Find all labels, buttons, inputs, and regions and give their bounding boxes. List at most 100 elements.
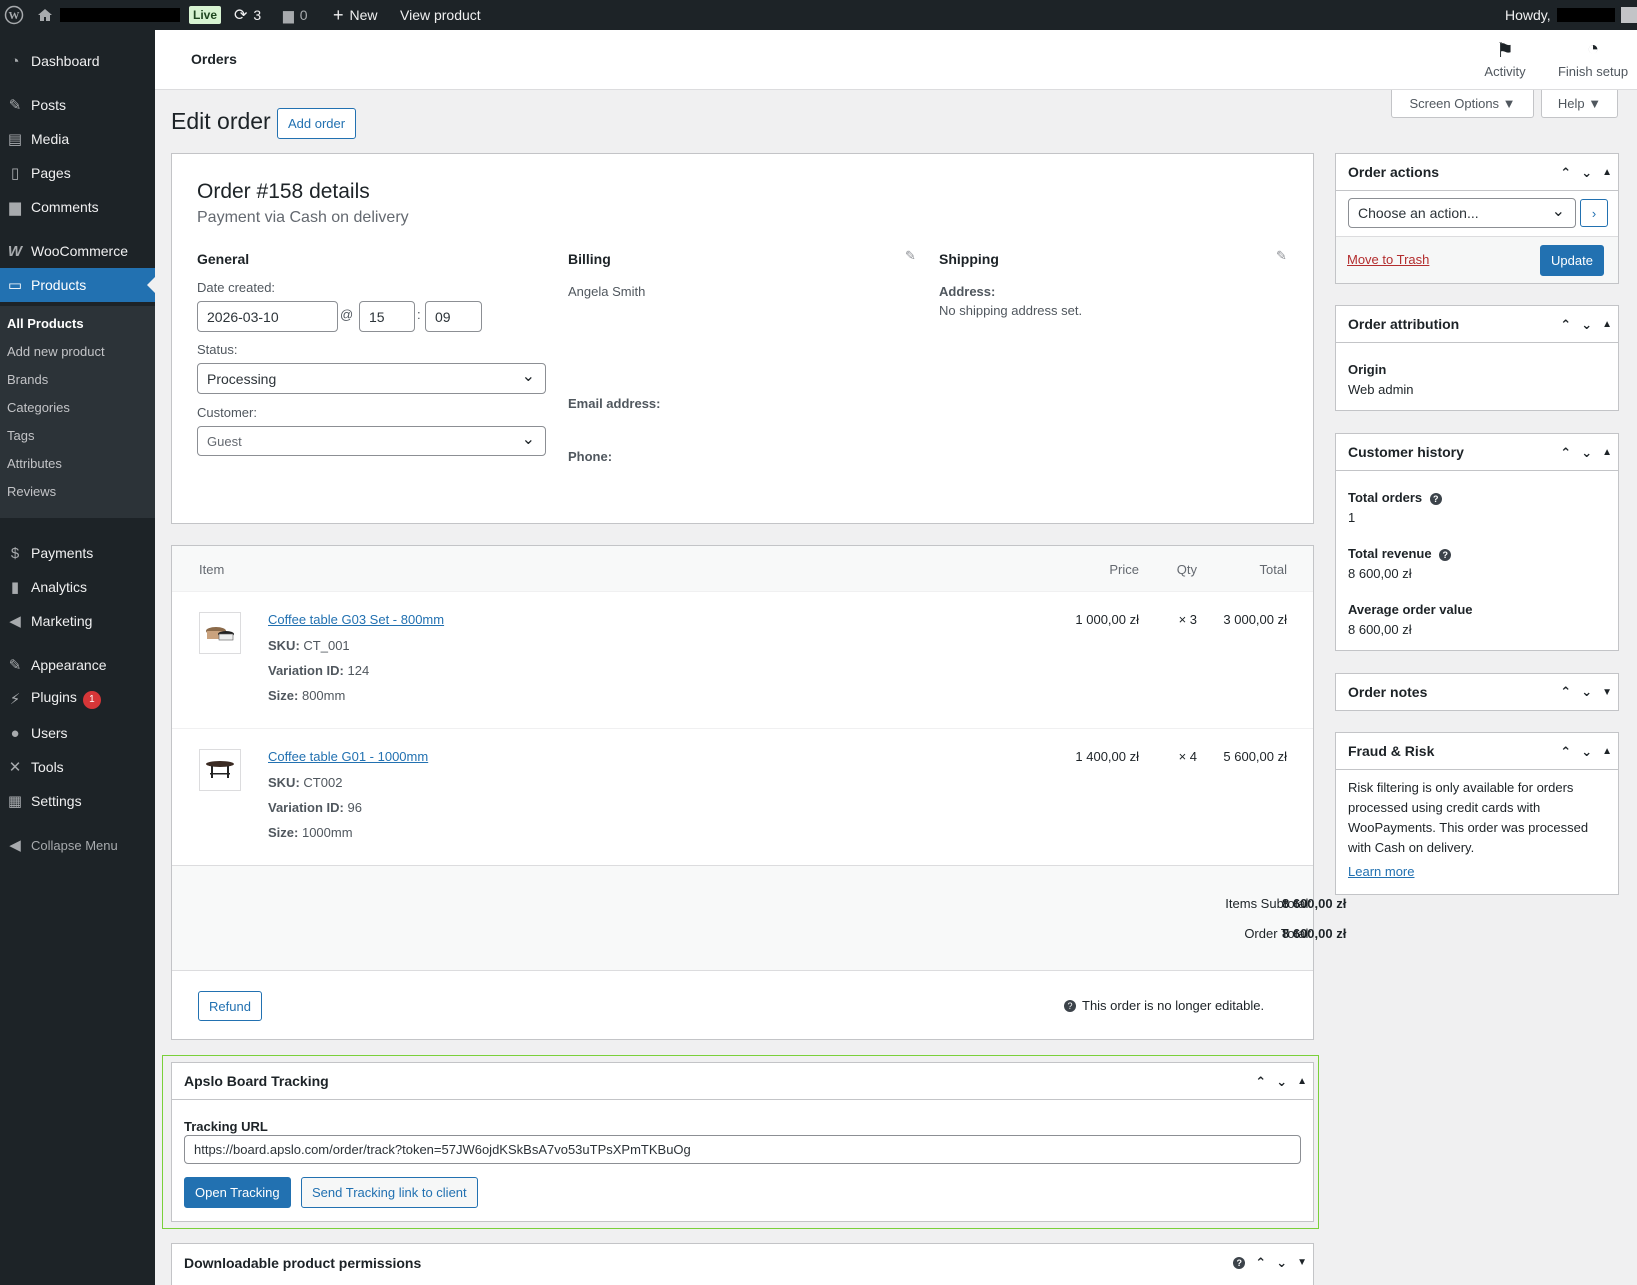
sidebar-item-settings[interactable]: ▦ Settings [0, 784, 155, 818]
colon-separator: : [417, 307, 421, 322]
move-down-icon[interactable]: ⌄ [1581, 445, 1592, 461]
move-up-icon[interactable]: ⌃ [1560, 744, 1571, 760]
average-order-value: 8 600,00 zł [1348, 622, 1412, 637]
move-down-icon[interactable]: ⌄ [1276, 1255, 1287, 1271]
toggle-panel-icon[interactable]: ▲ [1602, 447, 1612, 458]
updates-link[interactable]: ⟳ 3 [234, 0, 261, 30]
sidebar-item-marketing[interactable]: ◀ Marketing [0, 604, 155, 638]
payments-icon: $ [10, 544, 20, 562]
move-down-icon[interactable]: ⌄ [1581, 684, 1592, 700]
shipping-heading: Shipping [939, 251, 999, 267]
refund-button[interactable]: Refund [198, 991, 262, 1021]
product-thumbnail [199, 749, 241, 791]
status-select[interactable]: Processing [197, 363, 546, 394]
sidebar-item-users[interactable]: ● Users [0, 716, 155, 750]
at-separator: @ [340, 307, 354, 322]
move-up-icon[interactable]: ⌃ [1255, 1074, 1266, 1090]
comments-link[interactable]: ▆ 0 [283, 0, 308, 30]
chevron-right-icon: › [1591, 205, 1597, 221]
sidebar-item-tools[interactable]: ✕ Tools [0, 750, 155, 784]
bar-chart-icon: ▮ [10, 579, 20, 596]
move-down-icon[interactable]: ⌄ [1276, 1074, 1287, 1090]
product-link[interactable]: Coffee table G03 Set - 800mm [268, 612, 444, 627]
items-subtotal-value: 8 600,00 zł [1282, 896, 1347, 911]
move-up-icon[interactable]: ⌃ [1560, 684, 1571, 700]
date-created-label: Date created: [197, 280, 276, 295]
size-value: 800mm [301, 688, 346, 703]
open-tracking-button[interactable]: Open Tracking [184, 1177, 291, 1208]
sku-value: CT002 [303, 775, 343, 790]
minute-input[interactable]: 09 [425, 301, 482, 332]
submenu-categories[interactable]: Categories [7, 400, 70, 415]
submenu-brands[interactable]: Brands [7, 372, 48, 387]
toggle-panel-icon[interactable]: ▼ [1602, 687, 1612, 698]
product-link[interactable]: Coffee table G01 - 1000mm [268, 749, 428, 764]
wordpress-logo-icon[interactable]: W [4, 0, 24, 30]
send-tracking-link-button[interactable]: Send Tracking link to client [301, 1177, 478, 1208]
tracking-url-input[interactable]: https://board.apslo.com/order/track?toke… [184, 1135, 1301, 1164]
sidebar-item-analytics[interactable]: ▮ Analytics [0, 570, 155, 604]
hour-input[interactable]: 15 [359, 301, 415, 332]
sidebar-item-media[interactable]: ▤ Media [0, 122, 155, 156]
help-button[interactable]: Help ▼ [1541, 90, 1618, 118]
move-up-icon[interactable]: ⌃ [1560, 317, 1571, 333]
screen-options-button[interactable]: Screen Options ▼ [1391, 90, 1534, 118]
sidebar-item-pages[interactable]: ▯ Pages [0, 156, 155, 190]
move-down-icon[interactable]: ⌄ [1581, 165, 1592, 181]
sidebar-item-plugins[interactable]: ⚡ Plugins 1 [0, 682, 155, 716]
collapse-menu-button[interactable]: ◀ Collapse Menu [0, 828, 155, 862]
move-up-icon[interactable]: ⌃ [1255, 1255, 1266, 1271]
sidebar-item-payments[interactable]: $ Payments [0, 536, 155, 570]
sidebar-item-comments[interactable]: ▆ Comments [0, 190, 155, 224]
edit-billing-pencil-icon[interactable]: ✎ [905, 248, 916, 264]
help-question-icon[interactable]: ? [1439, 549, 1452, 561]
site-home-icon[interactable] [36, 0, 180, 30]
sidebar-item-dashboard[interactable]: ◔ Dashboard [0, 44, 155, 78]
items-table-header: Item Price Qty Total [172, 546, 1313, 592]
item-qty: × 3 [1178, 612, 1197, 627]
sidebar-item-appearance[interactable]: ✎ Appearance [0, 648, 155, 682]
site-name-redacted[interactable] [60, 8, 180, 22]
toggle-panel-icon[interactable]: ▲ [1602, 319, 1612, 330]
submenu-all-products[interactable]: All Products [7, 316, 84, 331]
order-title: Order #158 details [197, 180, 370, 203]
megaphone-icon: ◀ [9, 613, 21, 630]
submenu-reviews[interactable]: Reviews [7, 484, 56, 499]
learn-more-link[interactable]: Learn more [1348, 864, 1414, 879]
submenu-attributes[interactable]: Attributes [7, 456, 62, 471]
edit-shipping-pencil-icon[interactable]: ✎ [1276, 248, 1287, 264]
toggle-panel-icon[interactable]: ▲ [1297, 1076, 1307, 1087]
progress-circle-icon: ◔ [1586, 38, 1600, 60]
view-product-link[interactable]: View product [400, 0, 481, 30]
order-notes-panel: Order notes ⌃ ⌄ ▼ [1335, 673, 1619, 711]
order-action-select[interactable]: Choose an action... [1348, 198, 1576, 228]
media-icon: ▤ [7, 131, 23, 148]
move-up-icon[interactable]: ⌃ [1560, 445, 1571, 461]
help-question-icon[interactable]: ? [1429, 493, 1442, 505]
sidebar-item-products[interactable]: ▭ Products [0, 268, 155, 302]
submenu-add-new-product[interactable]: Add new product [7, 344, 105, 359]
finish-setup-button[interactable]: ◔ Finish setup [1548, 38, 1637, 79]
new-link[interactable]: + New [333, 0, 378, 30]
apply-action-button[interactable]: › [1580, 199, 1608, 227]
move-to-trash-link[interactable]: Move to Trash [1347, 252, 1429, 267]
submenu-tags[interactable]: Tags [7, 428, 34, 443]
order-total-value: 8 600,00 zł [1282, 926, 1347, 941]
toggle-panel-icon[interactable]: ▲ [1602, 746, 1612, 757]
date-created-input[interactable]: 2026-03-10 [197, 301, 338, 332]
sidebar-item-posts[interactable]: ✎ Posts [0, 88, 155, 122]
toggle-panel-icon[interactable]: ▲ [1602, 167, 1612, 178]
help-question-icon[interactable]: ? [1233, 1256, 1246, 1269]
move-up-icon[interactable]: ⌃ [1560, 165, 1571, 181]
activity-button[interactable]: ⚑ Activity [1470, 38, 1540, 79]
sidebar-item-woocommerce[interactable]: W WooCommerce [0, 234, 155, 268]
toggle-panel-icon[interactable]: ▼ [1297, 1257, 1307, 1268]
attribution-title: Order attribution [1348, 316, 1460, 332]
add-order-button[interactable]: Add order [277, 108, 357, 139]
customer-select[interactable]: Guest [197, 426, 546, 456]
origin-label: Origin [1348, 362, 1387, 377]
move-down-icon[interactable]: ⌄ [1581, 317, 1592, 333]
my-account-menu[interactable]: Howdy, [1505, 0, 1637, 30]
move-down-icon[interactable]: ⌄ [1581, 744, 1592, 760]
update-button[interactable]: Update [1540, 245, 1604, 276]
